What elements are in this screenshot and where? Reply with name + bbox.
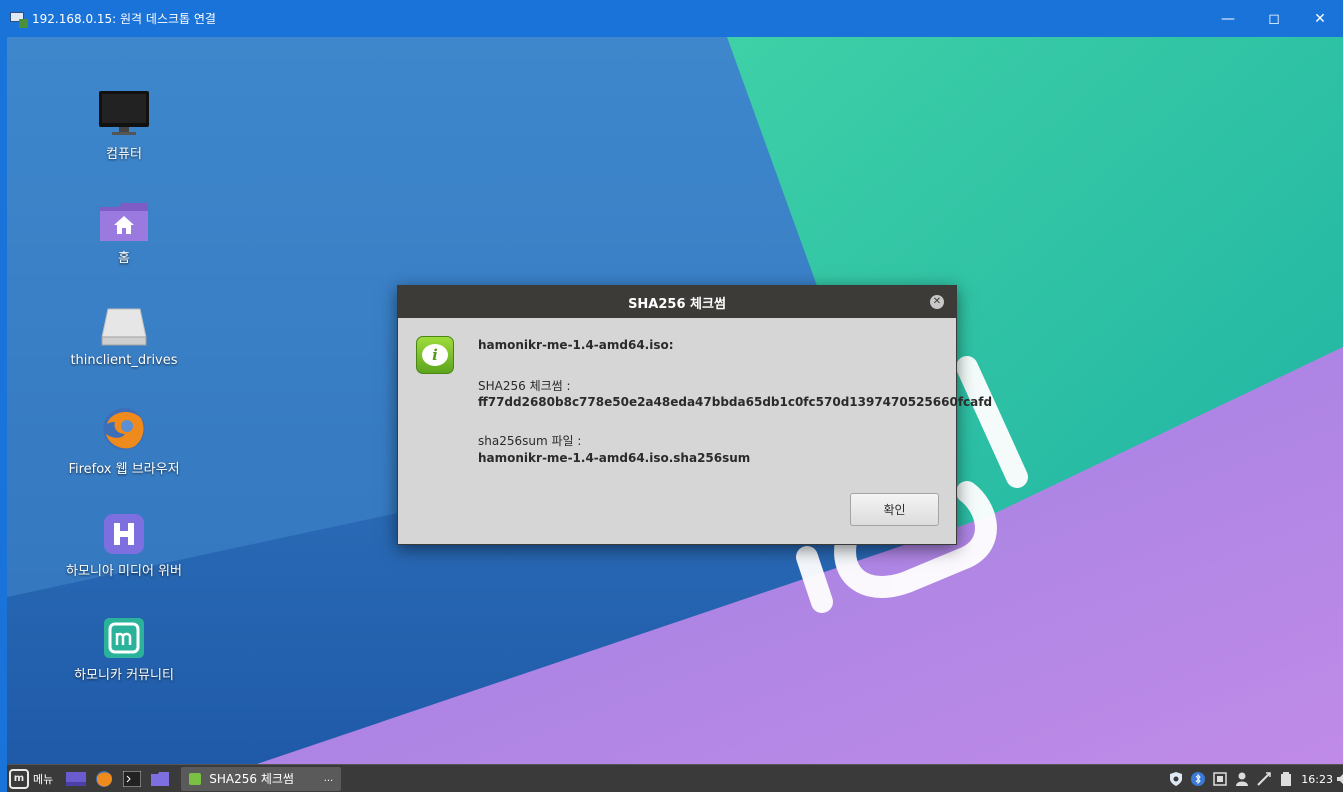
taskbar-task-sha256[interactable]: SHA256 체크썸 ... <box>181 766 342 791</box>
desktop-icon-media-weaver[interactable]: 하모니아 미디어 위버 <box>64 514 184 579</box>
system-tray: 16:23 <box>1169 765 1343 792</box>
sha256-dialog: SHA256 체크썸 ✕ i hamonikr-me-1.4-amd64.iso… <box>397 285 992 545</box>
iso-filename: hamonikr-me-1.4-amd64.iso: <box>478 338 674 352</box>
info-icon: i <box>416 336 454 374</box>
desktop-icon-label: 컴퓨터 <box>106 147 142 162</box>
clipboard-icon[interactable] <box>1213 772 1228 786</box>
ok-button[interactable]: 확인 <box>850 493 939 526</box>
maximize-button[interactable]: ◻ <box>1251 0 1297 37</box>
monitor-icon <box>99 91 149 135</box>
checksum-label: SHA256 체크썸 : <box>478 379 571 393</box>
task-more: ... <box>323 773 334 784</box>
home-folder-icon <box>100 203 148 241</box>
remote-desktop-icon <box>10 11 28 28</box>
desktop-icon-computer[interactable]: 컴퓨터 <box>64 91 184 162</box>
desktop-icon-home[interactable]: 홈 <box>64 201 184 266</box>
desktop-icon-label: 하모니카 커뮤니티 <box>74 668 174 683</box>
battery-icon[interactable] <box>1279 772 1293 786</box>
desktop-icon-firefox[interactable]: Firefox 웹 브라우저 <box>64 406 184 477</box>
sumfile-value: hamonikr-me-1.4-amd64.iso.sha256sum <box>478 451 751 465</box>
shield-icon[interactable] <box>1169 772 1183 786</box>
network-icon[interactable] <box>1257 772 1272 786</box>
sumfile-label: sha256sum 파일 : <box>478 434 582 448</box>
desktop-icon-label: Firefox 웹 브라우저 <box>68 462 180 477</box>
files-launcher-icon[interactable] <box>149 769 171 789</box>
hamonikr-community-icon <box>104 618 144 658</box>
window-controls: — ◻ ✕ <box>1205 0 1343 37</box>
taskbar: m 메뉴 SHA256 체크썸 ... 16:23 <box>7 764 1343 792</box>
media-weaver-icon <box>104 514 144 554</box>
show-desktop-icon[interactable] <box>65 769 87 789</box>
close-button[interactable]: ✕ <box>1297 0 1343 37</box>
checksum-value: ff77dd2680b8c778e50e2a48eda47bbda65db1c0… <box>478 395 993 409</box>
drive-icon <box>101 308 147 346</box>
volume-icon[interactable] <box>1337 772 1343 786</box>
window-title: 192.168.0.15: 원격 데스크톱 연결 <box>32 12 216 26</box>
dialog-titlebar: SHA256 체크썸 ✕ <box>398 286 956 318</box>
desktop-icon-thinclient-drives[interactable]: thinclient_drives <box>64 307 184 368</box>
task-label: SHA256 체크썸 <box>209 772 294 786</box>
menu-button[interactable]: m 메뉴 <box>9 768 54 789</box>
dialog-close-icon[interactable]: ✕ <box>930 295 944 309</box>
clock[interactable]: 16:23 <box>1301 773 1333 786</box>
user-icon[interactable] <box>1235 772 1249 786</box>
dialog-title: SHA256 체크썸 <box>628 296 726 312</box>
task-app-icon <box>189 772 202 785</box>
rdp-titlebar: 192.168.0.15: 원격 데스크톱 연결 — ◻ ✕ <box>0 0 1343 37</box>
mint-logo-icon: m <box>9 768 29 789</box>
menu-label: 메뉴 <box>33 772 54 786</box>
firefox-launcher-icon[interactable] <box>93 769 115 789</box>
desktop-icon-label: 홈 <box>118 251 130 266</box>
desktop-icon-label: 하모니아 미디어 위버 <box>66 564 182 579</box>
firefox-icon <box>103 408 145 450</box>
terminal-launcher-icon[interactable] <box>121 769 143 789</box>
minimize-button[interactable]: — <box>1205 0 1251 37</box>
bluetooth-icon[interactable] <box>1191 772 1206 786</box>
desktop-icon-label: thinclient_drives <box>70 353 178 368</box>
desktop-icon-hamonikr-community[interactable]: 하모니카 커뮤니티 <box>64 618 184 683</box>
